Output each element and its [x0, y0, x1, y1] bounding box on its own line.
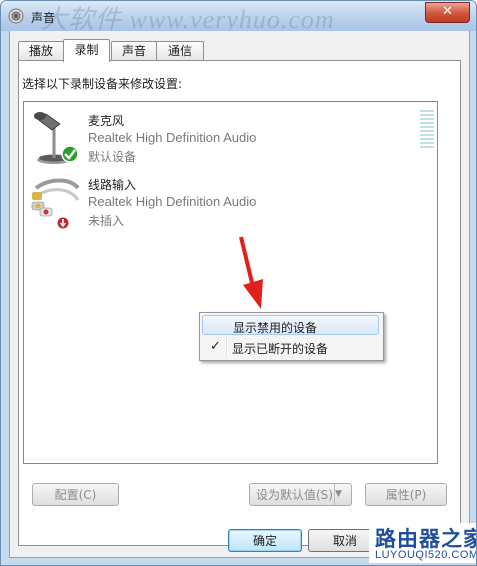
device-name: 麦克风 [88, 114, 125, 128]
menu-item-label: 显示禁用的设备 [233, 321, 318, 335]
configure-button[interactable]: 配置(C) [32, 483, 119, 506]
device-item-microphone[interactable]: 麦克风 Realtek High Definition Audio 默认设备 [30, 110, 430, 170]
close-button[interactable]: ✕ [425, 2, 470, 23]
menu-item-label: 显示已断开的设备 [232, 342, 329, 356]
sound-dialog-window: 大软件 www.veryhuo.com 声音 ✕ 播放 录制 声音 通信 选择以… [0, 0, 477, 566]
context-menu: 显示禁用的设备 ✓ 显示已断开的设备 [199, 312, 384, 361]
device-driver: Realtek High Definition Audio [88, 130, 257, 145]
device-driver: Realtek High Definition Audio [88, 194, 257, 209]
menu-item-show-disabled[interactable]: 显示禁用的设备 [202, 315, 379, 335]
instruction-text: 选择以下录制设备来修改设置: [22, 77, 183, 91]
title-bar[interactable]: 大软件 www.veryhuo.com 声音 ✕ [1, 1, 476, 34]
annotation-arrow [239, 236, 263, 309]
tab-playback[interactable]: 播放 [18, 41, 64, 60]
device-name: 线路输入 [88, 178, 137, 192]
tab-sounds[interactable]: 声音 [111, 41, 157, 60]
menu-item-show-disconnected[interactable]: ✓ 显示已断开的设备 [202, 337, 379, 357]
set-default-label: 设为默认值(S) [256, 488, 333, 502]
unplugged-icon [56, 216, 70, 230]
set-default-button[interactable]: 设为默认值(S) ▼ [249, 483, 352, 506]
checkmark-icon: ✓ [210, 339, 221, 354]
window-title: 声音 [31, 11, 56, 25]
ok-button[interactable]: 确定 [228, 529, 302, 552]
site-watermark: 路由器之家 LUYOUQI520.COM [369, 523, 477, 563]
tab-communications[interactable]: 通信 [156, 41, 204, 60]
device-status: 默认设备 [88, 150, 137, 164]
device-status: 未插入 [88, 214, 125, 228]
level-meter [420, 110, 434, 150]
chevron-down-icon[interactable]: ▼ [334, 484, 351, 505]
properties-button[interactable]: 属性(P) [365, 483, 447, 506]
device-item-line-in[interactable]: 线路输入 Realtek High Definition Audio 未插入 [30, 174, 430, 234]
tab-recording[interactable]: 录制 [63, 39, 110, 62]
watermark-text-en: LUYOUQI520.COM [375, 549, 477, 561]
default-check-icon [64, 149, 76, 160]
speaker-icon [8, 8, 24, 24]
